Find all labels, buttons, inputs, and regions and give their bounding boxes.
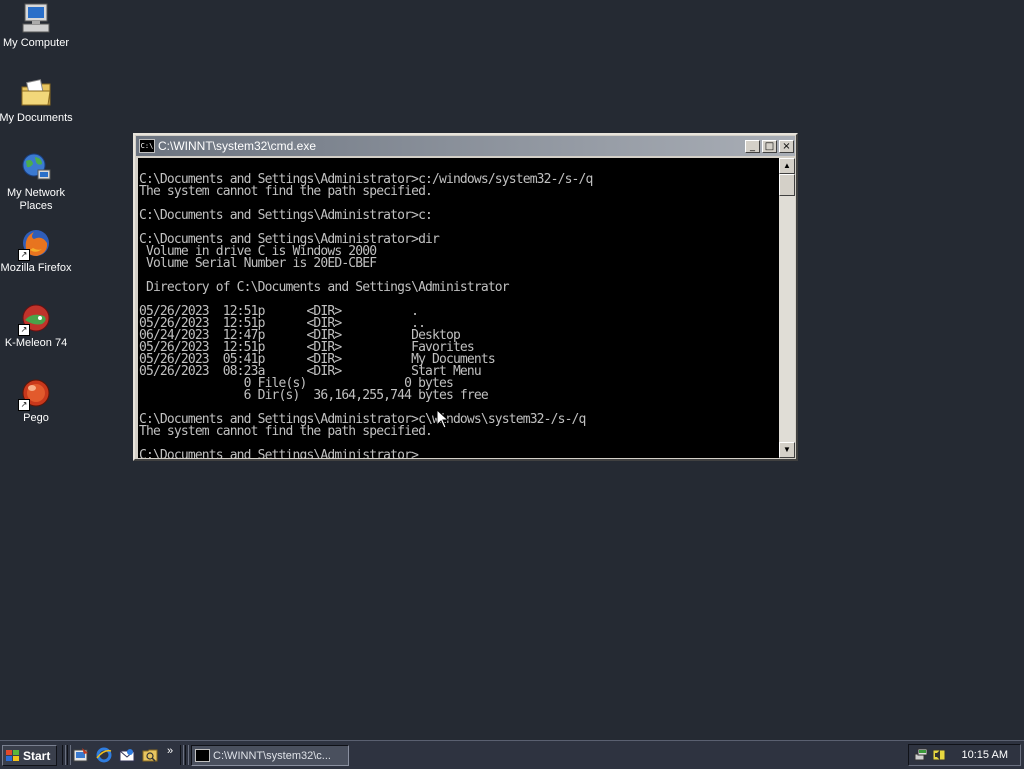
mouse-cursor-icon <box>437 410 449 429</box>
cmd-app-icon[interactable]: C:\ <box>139 139 155 153</box>
internet-explorer-icon[interactable] <box>96 747 112 763</box>
desktop-icon-label: My Network Places <box>6 187 66 212</box>
desktop-icon-label: K-Meleon 74 <box>4 337 68 349</box>
console-output[interactable]: C:\Documents and Settings\Administrator>… <box>138 158 779 458</box>
desktop-icon-label: My Documents <box>0 112 73 124</box>
close-button[interactable]: × <box>779 139 794 153</box>
pego-icon: ↗ <box>18 377 52 411</box>
desktop-icon-label: My Computer <box>2 37 70 49</box>
windows-logo-icon <box>6 749 20 762</box>
cmd-window[interactable]: C:\ C:\WINNT\system32\cmd.exe _ □ × C:\D… <box>133 133 798 461</box>
taskbar-separator <box>62 745 66 765</box>
taskbar-separator <box>185 745 189 765</box>
scroll-thumb[interactable] <box>779 174 795 196</box>
clock[interactable]: 10:15 AM <box>962 749 1008 761</box>
maximize-button[interactable]: □ <box>762 139 777 153</box>
cmd-task-icon <box>195 749 210 762</box>
desktop-icon-my-network-places[interactable]: My Network Places <box>0 152 74 213</box>
desktop-icon-my-computer[interactable]: My Computer <box>0 2 74 50</box>
taskbar-button-cmd[interactable]: C:\WINNT\system32\c... <box>191 745 349 766</box>
network-places-icon <box>20 152 52 184</box>
volume-tray-icon[interactable] <box>932 748 946 762</box>
system-tray: 10:15 AM <box>908 744 1021 766</box>
vertical-scrollbar[interactable]: ▲ ▼ <box>779 158 795 458</box>
scroll-up-button[interactable]: ▲ <box>779 158 795 174</box>
scroll-down-button[interactable]: ▼ <box>779 442 795 458</box>
desktop-icon-k-meleon[interactable]: ↗ K-Meleon 74 <box>0 302 74 350</box>
taskbar: Start » C:\WINNT\system32\c... 10:15 AM <box>0 740 1024 769</box>
show-desktop-icon[interactable] <box>73 747 89 763</box>
firefox-icon: ↗ <box>18 227 52 261</box>
desktop-icon-mozilla-firefox[interactable]: ↗ Mozilla Firefox <box>0 227 74 275</box>
cmd-titlebar[interactable]: C:\ C:\WINNT\system32\cmd.exe _ □ × <box>136 136 795 156</box>
shortcut-arrow-icon: ↗ <box>18 249 30 261</box>
taskbar-separator <box>180 745 184 765</box>
desktop-icon-label: Pego <box>23 412 49 424</box>
start-button[interactable]: Start <box>2 745 57 766</box>
outlook-express-icon[interactable] <box>119 747 135 763</box>
computer-icon <box>20 2 52 34</box>
window-title: C:\WINNT\system32\cmd.exe <box>158 139 317 153</box>
kmeleon-icon: ↗ <box>18 302 52 336</box>
desktop-icon-pego[interactable]: ↗ Pego <box>0 377 74 425</box>
network-tray-icon[interactable] <box>914 748 928 762</box>
shortcut-arrow-icon: ↗ <box>18 399 30 411</box>
task-button-label: C:\WINNT\system32\c... <box>213 749 331 762</box>
taskbar-separator <box>67 745 71 765</box>
desktop-icon-my-documents[interactable]: My Documents <box>0 77 74 125</box>
console-text: C:\Documents and Settings\Administrator>… <box>139 172 593 458</box>
minimize-button[interactable]: _ <box>745 139 760 153</box>
desktop-icon-label: Mozilla Firefox <box>0 262 72 274</box>
explorer-icon[interactable] <box>142 747 158 763</box>
folder-documents-icon <box>20 77 52 109</box>
start-label: Start <box>23 748 51 763</box>
quick-launch-overflow-chevron[interactable]: » <box>167 745 173 757</box>
shortcut-arrow-icon: ↗ <box>18 324 30 336</box>
